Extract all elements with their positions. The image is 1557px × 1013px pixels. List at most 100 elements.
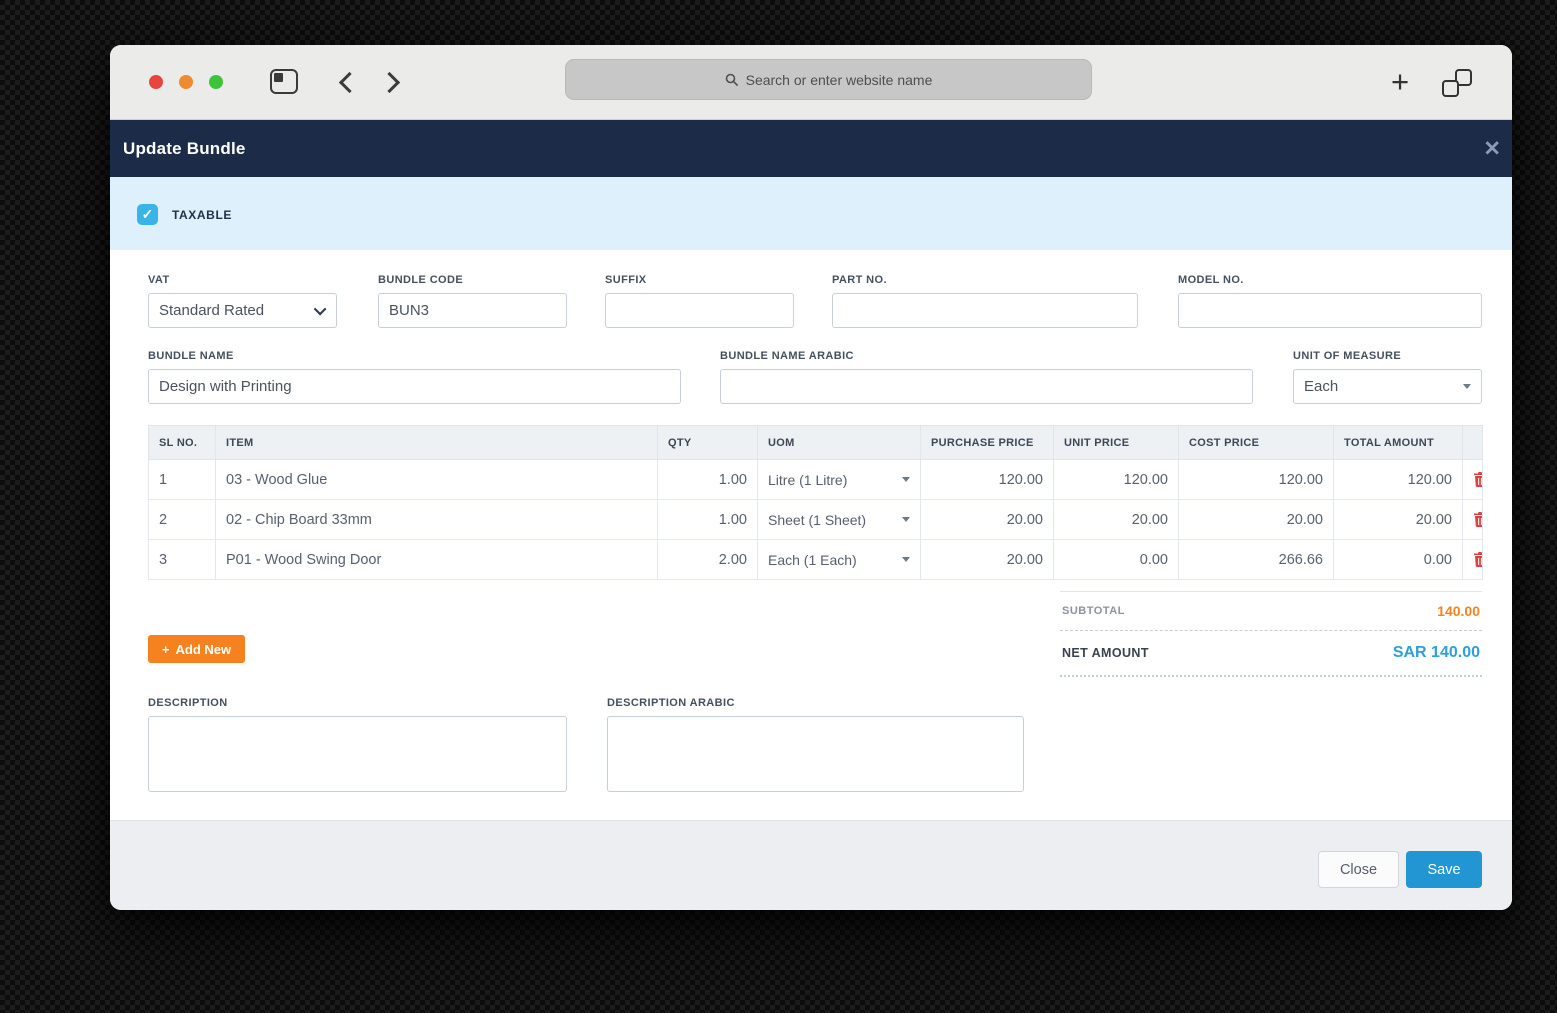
cell-cost-price: 266.66 xyxy=(1178,539,1334,580)
new-tab-button[interactable]: + xyxy=(1382,65,1418,101)
model-no-input[interactable] xyxy=(1178,293,1482,328)
delete-row-button[interactable] xyxy=(1462,539,1483,580)
col-actions xyxy=(1462,425,1483,460)
trash-icon xyxy=(1474,472,1482,488)
bundle-name-label: BUNDLE NAME xyxy=(148,350,234,362)
modal-header: Update Bundle ✕ xyxy=(110,120,1512,177)
modal-footer: Close Save xyxy=(110,820,1512,910)
forward-button[interactable] xyxy=(378,71,401,94)
cell-unit-price: 20.00 xyxy=(1053,499,1179,540)
browser-window: Search or enter website name + Update Bu… xyxy=(110,45,1512,910)
cell-qty[interactable]: 1.00 xyxy=(657,459,758,500)
col-unit-price: UNIT PRICE xyxy=(1053,425,1179,460)
cell-total-amount: 20.00 xyxy=(1333,499,1463,540)
totals-panel: SUBTOTAL 140.00 NET AMOUNT SAR 140.00 xyxy=(1060,591,1482,677)
vat-select[interactable]: Standard Rated xyxy=(148,293,337,328)
col-total-amount: TOTAL AMOUNT xyxy=(1333,425,1463,460)
dropdown-arrow-icon xyxy=(902,477,910,482)
traffic-light-zoom-button[interactable] xyxy=(209,75,223,89)
search-icon xyxy=(725,73,738,86)
cell-unit-price: 0.00 xyxy=(1053,539,1179,580)
description-arabic-label: DESCRIPTION ARABIC xyxy=(607,697,735,709)
delete-row-button[interactable] xyxy=(1462,459,1483,500)
table-row: 3 P01 - Wood Swing Door 2.00 Each (1 Eac… xyxy=(148,539,1483,580)
description-label: DESCRIPTION xyxy=(148,697,228,709)
cell-purchase-price: 120.00 xyxy=(920,459,1054,500)
bundle-code-input[interactable] xyxy=(378,293,567,328)
vat-label: VAT xyxy=(148,274,170,286)
traffic-light-minimize-button[interactable] xyxy=(179,75,193,89)
unit-of-measure-label: UNIT OF MEASURE xyxy=(1293,350,1402,362)
col-item: ITEM xyxy=(215,425,658,460)
part-no-input[interactable] xyxy=(832,293,1138,328)
unit-of-measure-select[interactable]: Each xyxy=(1293,369,1482,404)
model-no-label: MODEL NO. xyxy=(1178,274,1244,286)
add-new-label: Add New xyxy=(175,641,232,657)
suffix-label: SUFFIX xyxy=(605,274,647,286)
cell-qty[interactable]: 2.00 xyxy=(657,539,758,580)
suffix-input[interactable] xyxy=(605,293,794,328)
chevron-down-icon xyxy=(313,302,327,316)
modal-close-icon[interactable]: ✕ xyxy=(1483,138,1501,159)
modal-body: VAT BUNDLE CODE SUFFIX PART NO. MODEL NO… xyxy=(110,250,1512,820)
cell-total-amount: 120.00 xyxy=(1333,459,1463,500)
cell-sl-no: 3 xyxy=(148,539,216,580)
col-qty: QTY xyxy=(657,425,758,460)
subtotal-value: 140.00 xyxy=(1437,603,1480,619)
table-row: 2 02 - Chip Board 33mm 1.00 Sheet (1 She… xyxy=(148,499,1483,540)
dropdown-arrow-icon xyxy=(902,517,910,522)
col-purchase-price: PURCHASE PRICE xyxy=(920,425,1054,460)
cell-total-amount: 0.00 xyxy=(1333,539,1463,580)
traffic-light-close-button[interactable] xyxy=(149,75,163,89)
uom-select[interactable]: Litre (1 Litre) xyxy=(757,459,921,500)
modal-title: Update Bundle xyxy=(123,138,246,158)
description-textarea[interactable] xyxy=(148,716,567,792)
taxable-label: TAXABLE xyxy=(172,208,232,222)
cell-item[interactable]: P01 - Wood Swing Door xyxy=(215,539,658,580)
taxable-checkbox[interactable]: ✓ xyxy=(137,204,158,225)
close-button[interactable]: Close xyxy=(1318,851,1399,888)
dropdown-arrow-icon xyxy=(1463,384,1471,389)
items-table-header-row: SL NO. ITEM QTY UOM PURCHASE PRICE UNIT … xyxy=(148,425,1483,460)
cell-cost-price: 120.00 xyxy=(1178,459,1334,500)
bundle-code-label: BUNDLE CODE xyxy=(378,274,464,286)
bundle-name-arabic-input[interactable] xyxy=(720,369,1253,404)
cell-sl-no: 1 xyxy=(148,459,216,500)
save-button[interactable]: Save xyxy=(1406,851,1482,888)
bundle-name-arabic-label: BUNDLE NAME ARABIC xyxy=(720,350,854,362)
delete-row-button[interactable] xyxy=(1462,499,1483,540)
taxable-section: ✓ TAXABLE xyxy=(110,177,1512,250)
col-sl-no: SL NO. xyxy=(148,425,216,460)
cell-unit-price: 120.00 xyxy=(1053,459,1179,500)
trash-icon xyxy=(1474,552,1482,568)
cell-purchase-price: 20.00 xyxy=(920,539,1054,580)
cell-item[interactable]: 03 - Wood Glue xyxy=(215,459,658,500)
vat-selected-value: Standard Rated xyxy=(159,302,265,319)
subtotal-label: SUBTOTAL xyxy=(1062,605,1125,617)
dropdown-arrow-icon xyxy=(902,557,910,562)
cell-sl-no: 2 xyxy=(148,499,216,540)
part-no-label: PART NO. xyxy=(832,274,887,286)
cell-qty[interactable]: 1.00 xyxy=(657,499,758,540)
tab-overview-button[interactable] xyxy=(1442,69,1472,97)
sidebar-toggle-icon[interactable] xyxy=(270,69,298,94)
net-amount-label: NET AMOUNT xyxy=(1062,646,1149,660)
col-uom: UOM xyxy=(757,425,921,460)
back-button[interactable] xyxy=(338,71,361,94)
trash-icon xyxy=(1474,512,1482,528)
bundle-name-input[interactable] xyxy=(148,369,681,404)
items-table: SL NO. ITEM QTY UOM PURCHASE PRICE UNIT … xyxy=(148,425,1483,580)
uom-select[interactable]: Sheet (1 Sheet) xyxy=(757,499,921,540)
cell-cost-price: 20.00 xyxy=(1178,499,1334,540)
address-bar[interactable]: Search or enter website name xyxy=(565,59,1092,100)
net-amount-value: SAR 140.00 xyxy=(1392,644,1480,661)
col-cost-price: COST PRICE xyxy=(1178,425,1334,460)
description-arabic-textarea[interactable] xyxy=(607,716,1024,792)
add-new-button[interactable]: + Add New xyxy=(148,635,245,663)
unit-of-measure-selected-value: Each xyxy=(1304,378,1339,395)
table-row: 1 03 - Wood Glue 1.00 Litre (1 Litre) 12… xyxy=(148,459,1483,500)
cell-item[interactable]: 02 - Chip Board 33mm xyxy=(215,499,658,540)
uom-select[interactable]: Each (1 Each) xyxy=(757,539,921,580)
cell-purchase-price: 20.00 xyxy=(920,499,1054,540)
plus-icon: + xyxy=(161,641,170,657)
